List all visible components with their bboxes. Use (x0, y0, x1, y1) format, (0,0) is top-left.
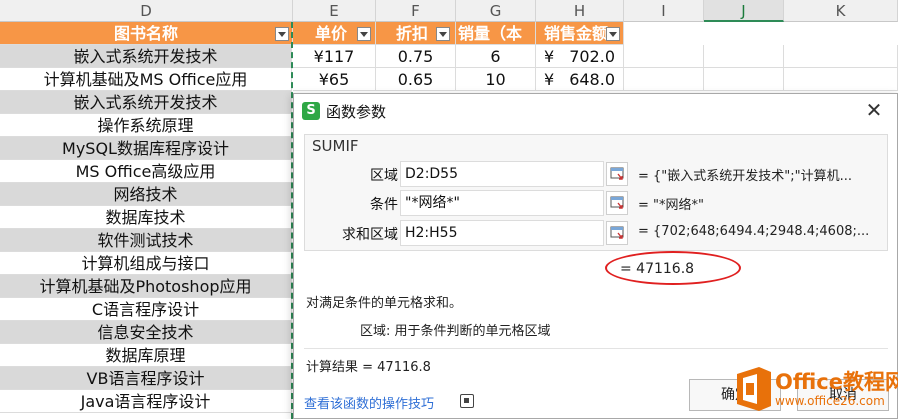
filter-dropdown-icon[interactable] (357, 27, 371, 41)
dialog-title: 函数参数 (326, 103, 387, 121)
range-input[interactable]: D2:D55 (400, 161, 604, 187)
empty-cell[interactable] (784, 45, 898, 68)
argument-evaluated-value: = "*网络*" (638, 198, 704, 213)
header-cell-book-name[interactable]: 图书名称 (0, 22, 293, 45)
header-cell-amount[interactable]: 销售金额 (536, 22, 624, 45)
dialog-titlebar[interactable]: S 函数参数 ✕ (294, 94, 897, 128)
book-name-cell[interactable]: MySQL数据库程序设计 (0, 137, 292, 160)
empty-cell[interactable] (624, 45, 704, 68)
function-description: 对满足条件的单元格求和。 (306, 296, 463, 311)
collapse-dialog-button[interactable] (606, 162, 628, 186)
table-header-row: 图书名称 单价 折扣 销量（本 销售金额 (0, 22, 898, 45)
range-select-icon (610, 167, 624, 180)
header-cell-discount[interactable]: 折扣 (376, 22, 456, 45)
filter-dropdown-icon[interactable] (606, 27, 620, 41)
column-header-h[interactable]: H (536, 0, 624, 22)
book-name-cell[interactable]: 网络技术 (0, 183, 292, 206)
wps-spreadsheet-icon: S (302, 102, 320, 120)
collapse-dialog-button[interactable] (606, 221, 628, 245)
book-name-cell[interactable]: 计算机组成与接口 (0, 252, 292, 275)
book-name-cell[interactable]: 计算机基础及Photoshop应用 (0, 275, 292, 298)
header-price-label: 单价 (315, 24, 348, 43)
empty-cell[interactable] (784, 68, 898, 91)
divider (304, 348, 888, 349)
formula-preview-result: = 47116.8 (620, 261, 695, 277)
range-select-icon (610, 196, 624, 209)
book-name-cell[interactable]: 操作系统原理 (0, 114, 292, 137)
calculation-result: 计算结果 = 47116.8 (306, 360, 431, 375)
header-cell-price[interactable]: 单价 (293, 22, 376, 45)
function-help-link[interactable]: 查看该函数的操作技巧 (304, 393, 434, 412)
column-header-g[interactable]: G (456, 0, 536, 22)
argument-evaluated-value: = {"嵌入式系统开发技术";"计算机... (638, 169, 853, 184)
filter-dropdown-icon[interactable] (275, 27, 289, 41)
argument-label: 区域 (370, 168, 398, 184)
book-name-cell[interactable]: 软件测试技术 (0, 229, 292, 252)
column-header-i[interactable]: I (624, 0, 704, 22)
book-name-cell[interactable]: C语言程序设计 (0, 298, 292, 321)
argument-label: 求和区域 (342, 227, 398, 243)
video-tutorial-icon[interactable] (460, 394, 474, 408)
watermark-brand: Office教程网 (775, 370, 898, 394)
column-header-e[interactable]: E (293, 0, 376, 22)
book-name-cell[interactable]: VB语言程序设计 (0, 367, 292, 390)
book-name-cell[interactable]: MS Office高级应用 (0, 160, 292, 183)
criteria-input[interactable]: "*网络*" (400, 190, 604, 216)
argument-row-criteria: 条件 "*网络*" = "*网络*" (304, 190, 888, 218)
argument-row-sum-range: 求和区域 H2:H55 = {702;648;6494.4;2948.4;460… (304, 220, 888, 248)
argument-description: 区域: 用于条件判断的单元格区域 (360, 324, 551, 339)
column-header-j[interactable]: J (704, 0, 784, 22)
book-name-cell[interactable]: Java语言程序设计 (0, 390, 292, 413)
argument-row-range: 区域 D2:D55 = {"嵌入式系统开发技术";"计算机... (304, 161, 888, 189)
book-name-cell[interactable]: 数据库原理 (0, 344, 292, 367)
book-name-cell[interactable]: 数据库技术 (0, 206, 292, 229)
header-amount-label: 销售金额 (544, 24, 609, 43)
book-name-cell[interactable]: 信息安全技术 (0, 321, 292, 344)
argument-label: 条件 (370, 197, 398, 213)
empty-grid-area (0, 45, 898, 91)
column-header-f[interactable]: F (376, 0, 456, 22)
header-cell-quantity[interactable]: 销量（本 (456, 22, 536, 45)
function-name: SUMIF (312, 137, 359, 155)
book-name-cell[interactable]: 嵌入式系统开发技术 (0, 91, 292, 114)
empty-cell[interactable] (704, 45, 784, 68)
filter-dropdown-icon[interactable] (436, 27, 450, 41)
header-discount-label: 折扣 (396, 24, 429, 43)
sum-range-input[interactable]: H2:H55 (400, 220, 604, 246)
empty-cell[interactable] (624, 68, 704, 91)
header-book-name-label: 图书名称 (113, 24, 178, 43)
column-header-k[interactable]: K (784, 0, 898, 22)
office-logo-icon (737, 367, 771, 411)
column-header-d[interactable]: D (0, 0, 293, 22)
office26-watermark: Office教程网 www.office26.com (733, 360, 898, 419)
collapse-dialog-button[interactable] (606, 191, 628, 215)
empty-cell[interactable] (704, 68, 784, 91)
watermark-url: www.office26.com (775, 394, 885, 408)
header-quantity-label: 销量（本 (458, 24, 523, 43)
close-icon[interactable]: ✕ (863, 99, 885, 121)
argument-evaluated-value: = {702;648;6494.4;2948.4;4608;... (638, 224, 870, 239)
range-select-icon (610, 226, 624, 239)
